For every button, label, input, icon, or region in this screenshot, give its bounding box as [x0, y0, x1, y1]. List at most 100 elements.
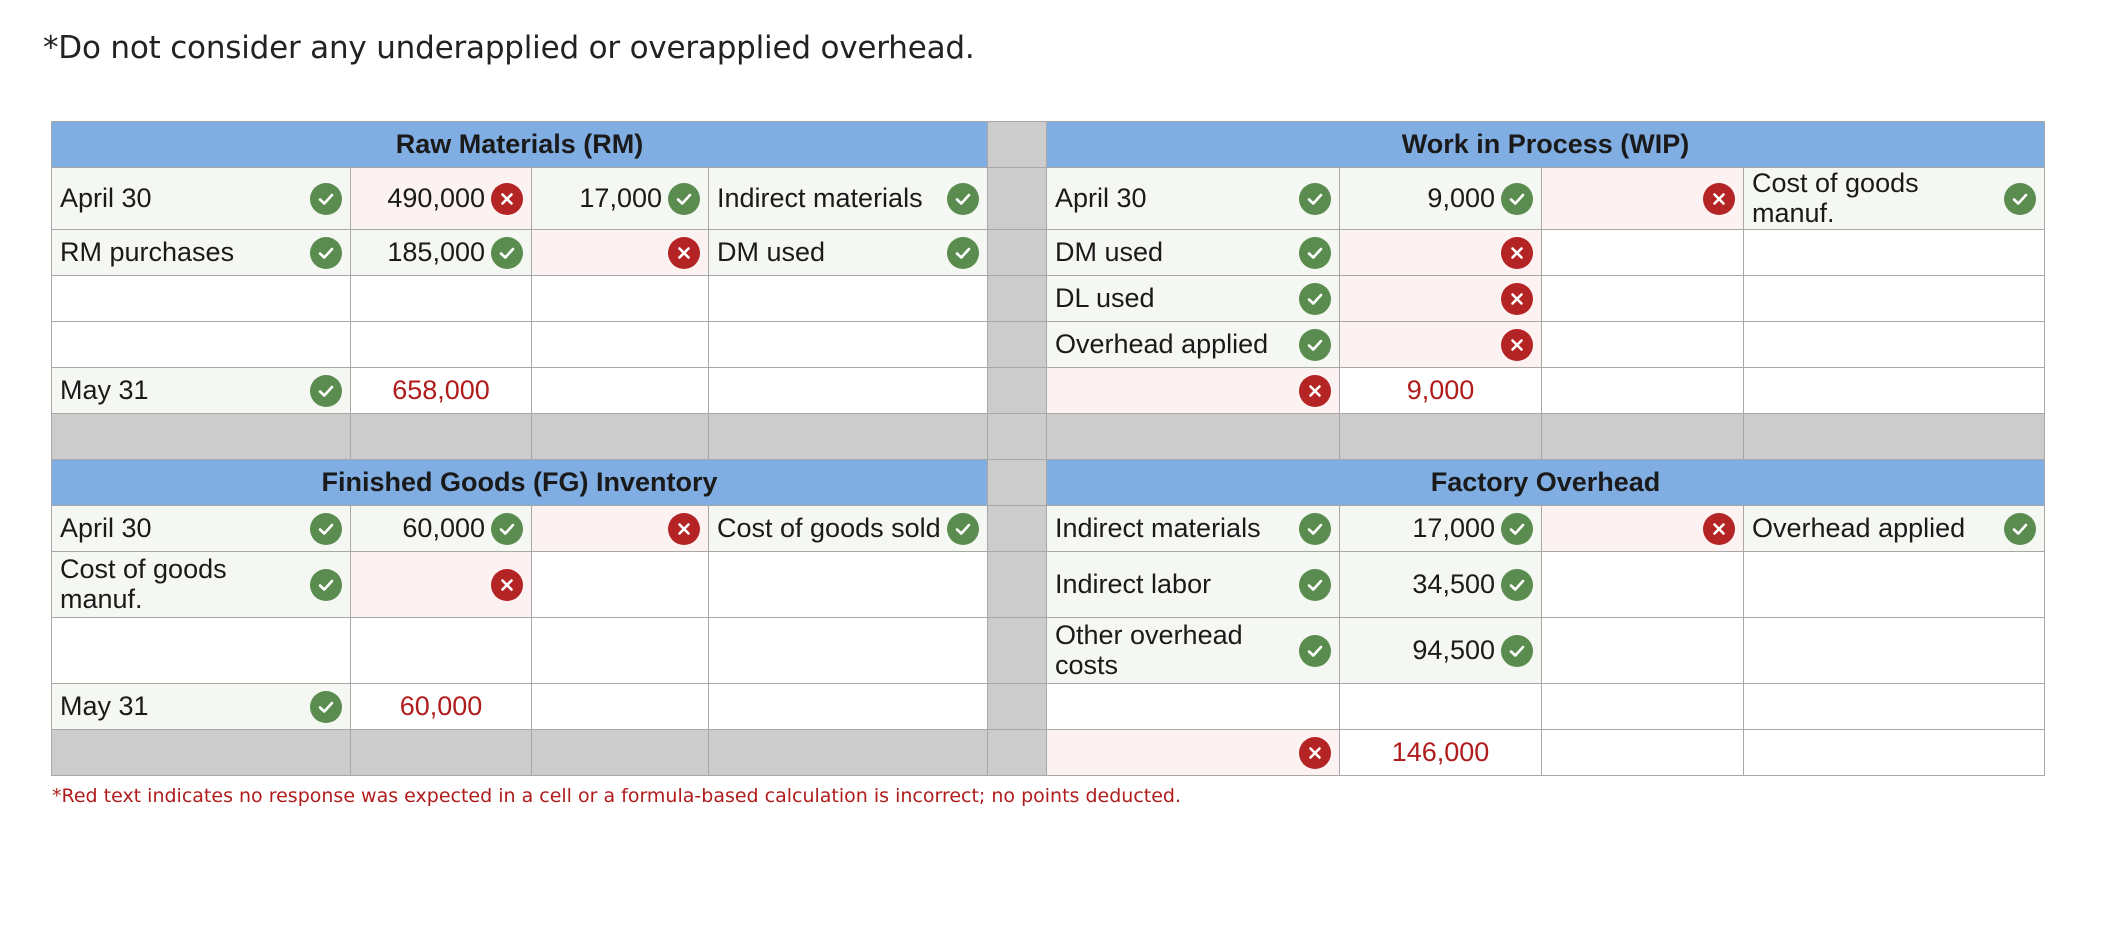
- rm-title: Raw Materials (RM): [51, 121, 988, 168]
- foh-r2-credit-label[interactable]: [1743, 551, 2045, 618]
- rm-r3-label[interactable]: [51, 275, 351, 322]
- rm-r4-credit[interactable]: [531, 321, 709, 368]
- fg-r3-label[interactable]: [51, 617, 351, 684]
- spacer-cell: [531, 729, 709, 776]
- fg-r1-label[interactable]: April 30: [51, 505, 351, 552]
- foh-r3-credit[interactable]: [1541, 617, 1744, 684]
- rm-r2-credit-label[interactable]: DM used: [708, 229, 988, 276]
- wip-r4-debit[interactable]: [1339, 321, 1542, 368]
- separator: [987, 505, 1047, 552]
- rm-r3-credit[interactable]: [531, 275, 709, 322]
- check-icon: [1299, 512, 1331, 545]
- rm-r2-credit[interactable]: [531, 229, 709, 276]
- fg-r2-debit[interactable]: [350, 551, 532, 618]
- check-icon: [310, 690, 342, 723]
- fg-r3-debit[interactable]: [350, 617, 532, 684]
- check-icon: [491, 512, 523, 545]
- fg-r2-label[interactable]: Cost of goods manuf.: [51, 551, 351, 618]
- foh-r1-credit[interactable]: [1541, 505, 1744, 552]
- wip-r2-credit[interactable]: [1541, 229, 1744, 276]
- spacer-cell: [1046, 413, 1340, 460]
- wip-r3-credit[interactable]: [1541, 275, 1744, 322]
- wip-balance-label[interactable]: [1046, 367, 1340, 414]
- wip-r1-credit[interactable]: [1541, 167, 1744, 230]
- foh-r4-credit-label[interactable]: [1743, 683, 2045, 730]
- fg-balance-credit: [531, 683, 709, 730]
- spacer-cell: [350, 729, 532, 776]
- rm-r3-credit-label[interactable]: [708, 275, 988, 322]
- wip-title: Work in Process (WIP): [1046, 121, 2045, 168]
- wip-r1-label[interactable]: April 30: [1046, 167, 1340, 230]
- rm-r5-credit-label[interactable]: [708, 367, 988, 414]
- rm-r3-debit[interactable]: [350, 275, 532, 322]
- wip-r2-label[interactable]: DM used: [1046, 229, 1340, 276]
- fg-r4-credit-label[interactable]: [708, 683, 988, 730]
- check-icon: [310, 374, 342, 407]
- cross-icon: [668, 236, 700, 269]
- rm-r1-credit[interactable]: 17,000: [531, 167, 709, 230]
- foh-r3-debit[interactable]: 94,500: [1339, 617, 1542, 684]
- rm-r1-label[interactable]: April 30: [51, 167, 351, 230]
- check-icon: [947, 182, 979, 215]
- rm-r2-label[interactable]: RM purchases: [51, 229, 351, 276]
- separator: [987, 367, 1047, 414]
- rm-r4-credit-label[interactable]: [708, 321, 988, 368]
- wip-r4-credit[interactable]: [1541, 321, 1744, 368]
- cross-icon: [1703, 182, 1735, 215]
- t-account-grid: Raw Materials (RM) Work in Process (WIP)…: [51, 121, 2045, 776]
- foh-r2-label[interactable]: Indirect labor: [1046, 551, 1340, 618]
- spacer-cell: [51, 413, 351, 460]
- wip-r3-debit[interactable]: [1339, 275, 1542, 322]
- cross-icon: [1501, 282, 1533, 315]
- spacer-cell: [708, 729, 988, 776]
- wip-r1-debit[interactable]: 9,000: [1339, 167, 1542, 230]
- fg-r1-debit[interactable]: 60,000: [350, 505, 532, 552]
- wip-r4-label[interactable]: Overhead applied: [1046, 321, 1340, 368]
- wip-r5-credit-label[interactable]: [1743, 367, 2045, 414]
- separator: [987, 551, 1047, 618]
- fg-r1-credit-label[interactable]: Cost of goods sold: [708, 505, 988, 552]
- cross-icon: [491, 182, 523, 215]
- foh-r4-debit[interactable]: [1339, 683, 1542, 730]
- foh-balance-label[interactable]: [1046, 729, 1340, 776]
- fg-r1-credit[interactable]: [531, 505, 709, 552]
- fg-r2-credit-label[interactable]: [708, 551, 988, 618]
- foh-r2-credit[interactable]: [1541, 551, 1744, 618]
- fg-r2-credit[interactable]: [531, 551, 709, 618]
- rm-r4-label[interactable]: [51, 321, 351, 368]
- wip-r4-credit-label[interactable]: [1743, 321, 2045, 368]
- check-icon: [310, 512, 342, 545]
- fg-r3-credit-label[interactable]: [708, 617, 988, 684]
- fg-r3-credit[interactable]: [531, 617, 709, 684]
- instruction-note: *Do not consider any underapplied or ove…: [43, 30, 975, 66]
- wip-r1-credit-label[interactable]: Cost of goods manuf.: [1743, 167, 2045, 230]
- foh-r1-label[interactable]: Indirect materials: [1046, 505, 1340, 552]
- spacer-cell: [51, 729, 351, 776]
- foh-r3-label[interactable]: Other overhead costs: [1046, 617, 1340, 684]
- spacer-cell: [531, 413, 709, 460]
- wip-r2-debit[interactable]: [1339, 229, 1542, 276]
- wip-r2-credit-label[interactable]: [1743, 229, 2045, 276]
- fg-balance-label[interactable]: May 31: [51, 683, 351, 730]
- rm-balance-label[interactable]: May 31: [51, 367, 351, 414]
- check-icon: [1501, 634, 1533, 667]
- separator: [987, 229, 1047, 276]
- rm-r1-debit[interactable]: 490,000: [350, 167, 532, 230]
- spacer-cell: [1339, 413, 1542, 460]
- foh-r4-credit[interactable]: [1541, 683, 1744, 730]
- foh-r2-debit[interactable]: 34,500: [1339, 551, 1542, 618]
- foh-r3-credit-label[interactable]: [1743, 617, 2045, 684]
- spacer-cell: [350, 413, 532, 460]
- foh-r4-label[interactable]: [1046, 683, 1340, 730]
- check-icon: [310, 568, 342, 601]
- foh-r1-credit-label[interactable]: Overhead applied: [1743, 505, 2045, 552]
- wip-r3-credit-label[interactable]: [1743, 275, 2045, 322]
- check-icon: [1501, 512, 1533, 545]
- wip-r3-label[interactable]: DL used: [1046, 275, 1340, 322]
- rm-r2-debit[interactable]: 185,000: [350, 229, 532, 276]
- foh-r5-credit-label[interactable]: [1743, 729, 2045, 776]
- foh-r1-debit[interactable]: 17,000: [1339, 505, 1542, 552]
- rm-r1-credit-label[interactable]: Indirect materials: [708, 167, 988, 230]
- separator: [987, 121, 1047, 168]
- rm-r4-debit[interactable]: [350, 321, 532, 368]
